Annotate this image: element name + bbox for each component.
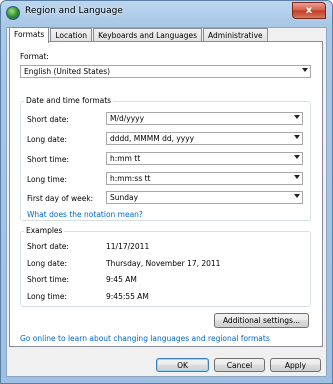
cancel-button[interactable]: Cancel	[214, 358, 265, 372]
short-time-value: h:mm tt	[110, 154, 141, 163]
example-long-date-label: Long date:	[27, 259, 67, 268]
short-date-value: M/d/yyyy	[110, 114, 145, 123]
tab-formats[interactable]: Formats	[9, 27, 50, 43]
short-date-dropdown-button[interactable]	[291, 113, 302, 124]
example-short-date-value: 11/17/2011	[106, 242, 150, 251]
short-time-label: Short time:	[27, 155, 69, 164]
long-time-dropdown-button[interactable]	[291, 173, 302, 184]
window-title: Region and Language	[25, 6, 123, 16]
tab-administrative[interactable]: Administrative	[203, 28, 268, 42]
first-day-dropdown[interactable]: Sunday	[106, 191, 303, 204]
short-time-dropdown[interactable]: h:mm tt	[106, 152, 303, 165]
chevron-down-icon	[302, 68, 308, 72]
long-date-dropdown-button[interactable]	[291, 133, 302, 144]
format-dropdown-value: English (United States)	[24, 67, 111, 76]
short-time-dropdown-button[interactable]	[291, 153, 302, 164]
long-time-dropdown[interactable]: h:mm:ss tt	[106, 172, 303, 185]
chevron-down-icon	[294, 194, 300, 198]
example-short-date-label: Short date:	[27, 242, 69, 251]
first-day-value: Sunday	[110, 193, 139, 202]
notation-help-link[interactable]: What does the notation mean?	[27, 210, 143, 219]
short-date-dropdown[interactable]: M/d/yyyy	[106, 112, 303, 125]
long-date-dropdown[interactable]: dddd, MMMM dd, yyyy	[106, 132, 303, 145]
chevron-down-icon	[294, 155, 300, 159]
chevron-down-icon	[294, 175, 300, 179]
format-label: Format:	[20, 52, 49, 61]
close-button[interactable]: x	[292, 2, 326, 19]
format-dropdown-button[interactable]	[299, 66, 310, 77]
chevron-down-icon	[294, 115, 300, 119]
example-short-time-value: 9:45 AM	[106, 275, 137, 284]
long-date-label: Long date:	[27, 135, 67, 144]
tab-strip: Formats Location Keyboards and Languages…	[9, 27, 269, 43]
globe-icon	[6, 6, 20, 20]
tab-keyboards-and-languages[interactable]: Keyboards and Languages	[93, 28, 203, 42]
first-day-label: First day of week:	[27, 194, 94, 203]
format-dropdown[interactable]: English (United States)	[20, 65, 311, 78]
example-short-time-label: Short time:	[27, 275, 69, 284]
long-time-label: Long time:	[27, 175, 68, 184]
examples-group-title: Examples	[24, 226, 65, 235]
long-date-value: dddd, MMMM dd, yyyy	[110, 134, 195, 143]
tab-location[interactable]: Location	[50, 28, 93, 42]
example-long-time-label: Long time:	[27, 292, 68, 301]
additional-settings-button[interactable]: Additional settings...	[214, 313, 309, 328]
datetime-group-title: Date and time formats	[24, 96, 114, 105]
example-long-time-value: 9:45:55 AM	[106, 292, 149, 301]
short-date-label: Short date:	[27, 115, 69, 124]
ok-button[interactable]: OK	[156, 358, 209, 372]
chevron-down-icon	[294, 135, 300, 139]
long-time-value: h:mm:ss tt	[110, 174, 151, 183]
first-day-dropdown-button[interactable]	[291, 192, 302, 203]
example-long-date-value: Thursday, November 17, 2011	[106, 259, 221, 268]
apply-button[interactable]: Apply	[270, 358, 321, 372]
online-help-link[interactable]: Go online to learn about changing langua…	[20, 334, 270, 343]
